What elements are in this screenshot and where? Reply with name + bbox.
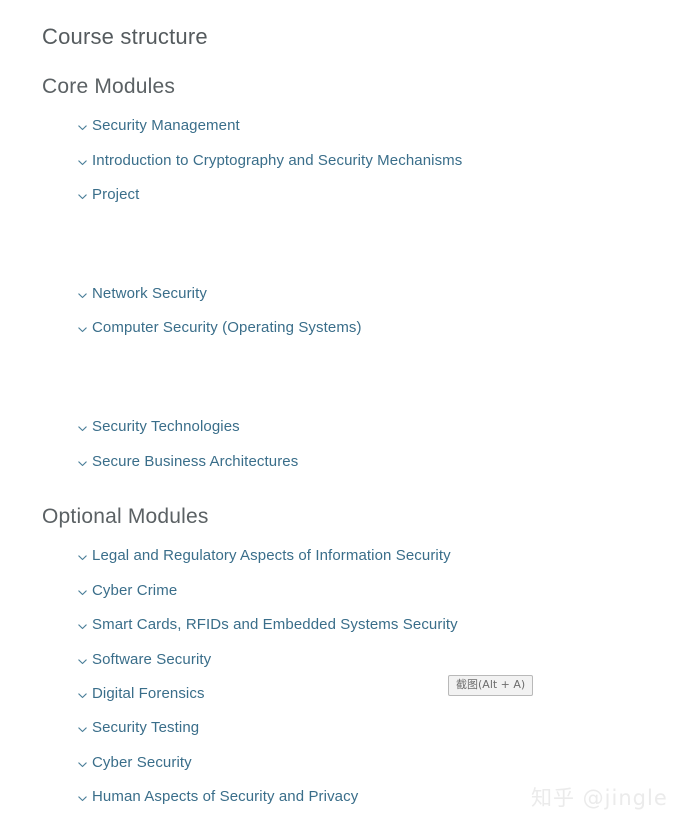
module-label[interactable]: Security Management [92, 116, 240, 136]
chevron-down-icon[interactable] [77, 621, 88, 632]
section-heading: Optional Modules [42, 505, 209, 528]
module-list-item[interactable]: Secure Business Architectures [77, 451, 298, 473]
module-list-item[interactable]: Computer Security (Operating Systems) [77, 317, 362, 339]
module-list-item[interactable]: Security Management [77, 115, 240, 137]
module-list-item[interactable]: Network Security [77, 283, 207, 305]
module-label[interactable]: Project [92, 185, 139, 205]
module-list-item[interactable]: Human Aspects of Security and Privacy [77, 786, 358, 808]
module-list-item[interactable]: Smart Cards, RFIDs and Embedded Systems … [77, 614, 458, 636]
chevron-down-icon[interactable] [77, 157, 88, 168]
chevron-down-icon[interactable] [77, 656, 88, 667]
screenshot-capture-tooltip[interactable]: 截图(Alt + A) [448, 675, 534, 696]
module-list-item[interactable]: Security Technologies [77, 416, 240, 438]
section-heading: Core Modules [42, 75, 176, 98]
module-label[interactable]: Legal and Regulatory Aspects of Informat… [92, 546, 451, 566]
chevron-down-icon[interactable] [77, 587, 88, 598]
page-root: Course structure Core Modules Security Ma… [0, 0, 673, 828]
module-label[interactable]: Human Aspects of Security and Privacy [92, 787, 358, 807]
module-label[interactable]: Cyber Security [92, 753, 192, 773]
module-label[interactable]: Secure Business Architectures [92, 452, 298, 472]
module-list-item[interactable]: Introduction to Cryptography and Securit… [77, 150, 462, 172]
module-list-item[interactable]: Cyber Crime [77, 580, 177, 602]
module-list-item[interactable]: Project [77, 184, 139, 206]
chevron-down-icon[interactable] [77, 458, 88, 469]
module-label[interactable]: Network Security [92, 284, 207, 304]
chevron-down-icon[interactable] [77, 324, 88, 335]
chevron-down-icon[interactable] [77, 122, 88, 133]
module-label[interactable]: Cyber Crime [92, 581, 177, 601]
module-list-item[interactable]: Digital Forensics [77, 683, 205, 705]
module-list-item[interactable]: Cyber Security [77, 752, 192, 774]
module-label[interactable]: Security Testing [92, 718, 199, 738]
chevron-down-icon[interactable] [77, 423, 88, 434]
chevron-down-icon[interactable] [77, 290, 88, 301]
module-label[interactable]: Smart Cards, RFIDs and Embedded Systems … [92, 615, 458, 635]
chevron-down-icon[interactable] [77, 759, 88, 770]
chevron-down-icon[interactable] [77, 793, 88, 804]
chevron-down-icon[interactable] [77, 191, 88, 202]
module-label[interactable]: Digital Forensics [92, 684, 205, 704]
watermark: 知乎 @jingle [531, 786, 668, 810]
chevron-down-icon[interactable] [77, 724, 88, 735]
chevron-down-icon[interactable] [77, 690, 88, 701]
module-label[interactable]: Security Technologies [92, 417, 240, 437]
page-title: Course structure [42, 23, 208, 49]
module-label[interactable]: Computer Security (Operating Systems) [92, 318, 362, 338]
module-list-item[interactable]: Security Testing [77, 717, 199, 739]
module-list-item[interactable]: Software Security [77, 649, 211, 671]
module-list-item[interactable]: Legal and Regulatory Aspects of Informat… [77, 545, 451, 567]
module-label[interactable]: Introduction to Cryptography and Securit… [92, 151, 462, 171]
chevron-down-icon[interactable] [77, 552, 88, 563]
module-label[interactable]: Software Security [92, 650, 211, 670]
